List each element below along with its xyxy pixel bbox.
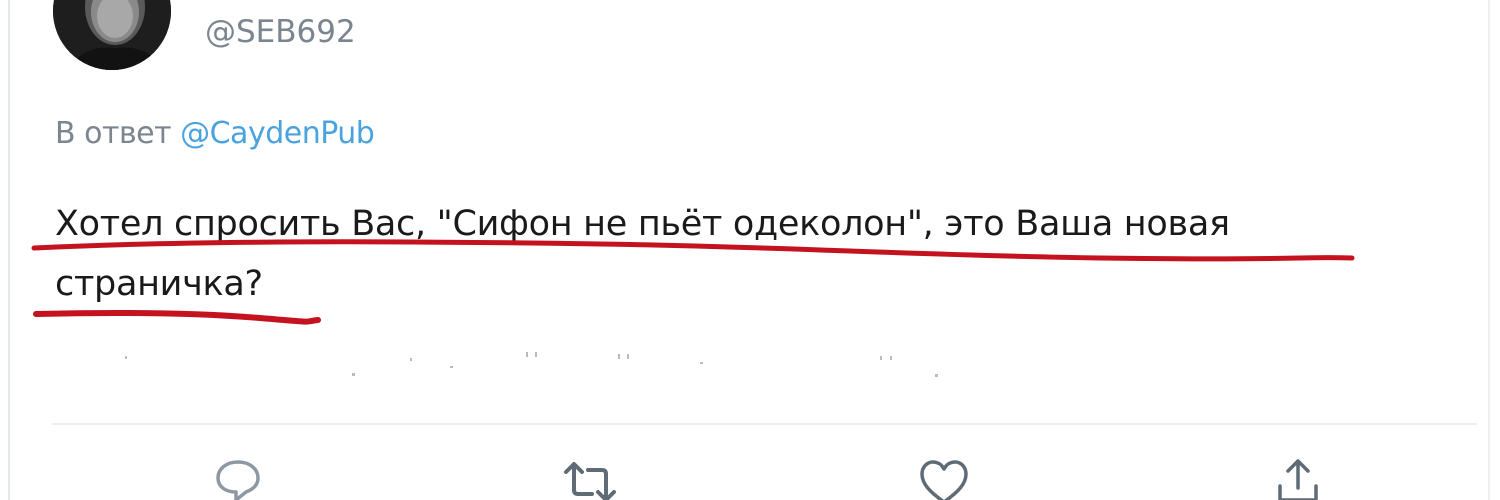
like-button[interactable] <box>914 456 974 500</box>
reply-prefix: В ответ <box>55 116 172 151</box>
share-icon <box>1278 459 1318 500</box>
retweet-button[interactable] <box>560 456 620 500</box>
card-left-border <box>8 0 10 500</box>
reply-context: В ответ @CaydenPub <box>55 116 375 151</box>
tweet-text: Хотел спросить Вас, "Сифон не пьёт одеко… <box>55 204 1230 304</box>
card-right-border <box>1488 0 1490 500</box>
heart-icon <box>920 460 968 500</box>
tweet-card: @SEB692 В ответ @CaydenPub Хотел спросит… <box>0 0 1500 500</box>
action-bar-divider <box>52 423 1477 425</box>
reply-button[interactable] <box>208 456 268 500</box>
retweet-icon <box>564 462 616 500</box>
avatar-photo <box>53 0 171 70</box>
comment-icon <box>216 460 260 500</box>
reply-mention-link[interactable]: @CaydenPub <box>180 116 375 151</box>
share-button[interactable] <box>1268 456 1328 500</box>
avatar[interactable] <box>53 0 171 70</box>
user-handle[interactable]: @SEB692 <box>205 14 356 50</box>
